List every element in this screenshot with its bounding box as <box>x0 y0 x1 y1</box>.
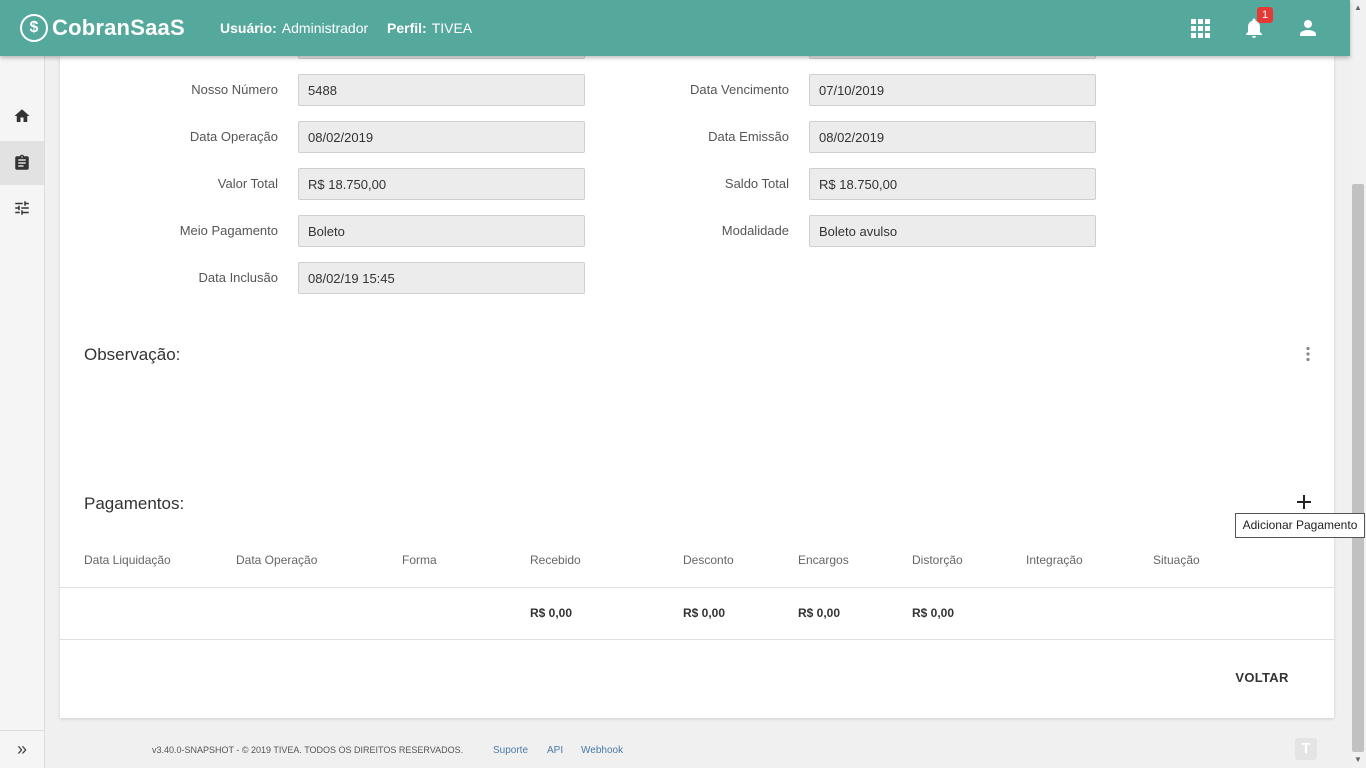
more-vert-icon[interactable] <box>1300 346 1316 362</box>
pagamentos-title: Pagamentos: <box>84 494 185 513</box>
current-user: Usuário: Administrador <box>220 20 368 36</box>
boleto-detail-card: Nosso Número 5488 Data Vencimento 07/10/… <box>60 56 1334 718</box>
meio-pagamento-label: Meio Pagamento <box>179 223 278 238</box>
footer: v3.40.0-SNAPSHOT - © 2019 TIVEA. TODOS O… <box>45 732 1350 768</box>
meio-pagamento-field[interactable]: Boleto <box>298 215 585 247</box>
logo-coin-icon: $ <box>20 14 48 42</box>
top-app-bar: $ CobranSaaS Usuário: Administrador Perfi… <box>0 0 1350 56</box>
profile-label: Perfil: <box>387 20 427 36</box>
col-situacao[interactable]: Situação <box>1153 553 1200 567</box>
add-icon[interactable] <box>1294 492 1314 512</box>
nosso-numero-label: Nosso Número <box>191 82 278 97</box>
clipboard-icon <box>15 154 29 170</box>
scroll-up-icon[interactable]: ▲ <box>1350 0 1366 16</box>
col-data-liquidacao[interactable]: Data Liquidação <box>84 553 171 567</box>
sidebar-expand-button[interactable]: » <box>0 730 44 768</box>
col-encargos[interactable]: Encargos <box>798 553 849 567</box>
current-profile: Perfil: TIVEA <box>387 20 472 36</box>
footer-copyright: v3.40.0-SNAPSHOT - © 2019 TIVEA. TODOS O… <box>152 745 464 755</box>
voltar-button[interactable]: VOLTAR <box>1232 666 1292 694</box>
footer-link-suporte[interactable]: Suporte <box>493 745 528 756</box>
profile-value: TIVEA <box>431 20 473 36</box>
user-label: Usuário: <box>220 20 277 36</box>
sidebar: » <box>0 56 45 768</box>
total-distorcao: R$ 0,00 <box>912 606 955 620</box>
col-desconto[interactable]: Desconto <box>683 553 734 567</box>
col-forma[interactable]: Forma <box>402 553 437 567</box>
footer-logo: T <box>1295 738 1317 760</box>
saldo-total-label: Saldo Total <box>724 176 789 191</box>
data-emissao-field[interactable]: 08/02/2019 <box>809 121 1096 153</box>
modalidade-field[interactable]: Boleto avulso <box>809 215 1096 247</box>
vertical-scrollbar[interactable]: ▲ ▼ <box>1350 0 1366 768</box>
sidebar-item-clipboard[interactable] <box>0 141 44 185</box>
data-inclusao-label: Data Inclusão <box>198 270 279 285</box>
data-operacao-label: Data Operação <box>189 129 278 144</box>
table-footer-divider <box>60 639 1334 640</box>
person-icon[interactable] <box>1296 16 1320 40</box>
tune-icon <box>15 201 29 215</box>
table-header-divider <box>60 587 1334 588</box>
add-payment-tooltip: Adicionar Pagamento <box>1235 513 1365 538</box>
scroll-down-icon[interactable]: ▼ <box>1350 752 1366 768</box>
data-inclusao-field[interactable]: 08/02/19 15:45 <box>298 262 585 294</box>
user-value: Administrador <box>281 20 369 36</box>
saldo-total-field[interactable]: R$ 18.750,00 <box>809 168 1096 200</box>
app-logo[interactable]: $ CobranSaaS <box>20 12 185 44</box>
data-emissao-label: Data Emissão <box>708 129 789 144</box>
previous-field-right <box>809 56 1096 59</box>
col-data-operacao[interactable]: Data Operação <box>236 553 317 567</box>
scroll-thumb[interactable] <box>1352 184 1364 752</box>
total-recebido: R$ 0,00 <box>530 606 573 620</box>
previous-field-left <box>298 56 585 59</box>
sidebar-item-home[interactable] <box>0 94 44 138</box>
data-operacao-field[interactable]: 08/02/2019 <box>298 121 585 153</box>
apps-icon[interactable] <box>1188 16 1212 40</box>
notification-badge: 1 <box>1257 7 1273 23</box>
home-icon <box>14 109 30 122</box>
col-recebido[interactable]: Recebido <box>530 553 581 567</box>
total-desconto: R$ 0,00 <box>683 606 726 620</box>
total-encargos: R$ 0,00 <box>798 606 841 620</box>
col-distorcao[interactable]: Distorção <box>912 553 963 567</box>
data-vencimento-field[interactable]: 07/10/2019 <box>809 74 1096 106</box>
valor-total-label: Valor Total <box>217 176 278 191</box>
data-vencimento-label: Data Vencimento <box>689 82 789 97</box>
nosso-numero-field[interactable]: 5488 <box>298 74 585 106</box>
footer-link-api[interactable]: API <box>547 745 563 756</box>
observacao-title: Observação: <box>84 345 181 364</box>
valor-total-field[interactable]: R$ 18.750,00 <box>298 168 585 200</box>
col-integracao[interactable]: Integração <box>1026 553 1083 567</box>
sidebar-item-settings[interactable] <box>0 186 44 230</box>
footer-link-webhook[interactable]: Webhook <box>581 745 623 756</box>
logo-text: CobranSaaS <box>52 15 185 40</box>
modalidade-label: Modalidade <box>721 223 789 238</box>
